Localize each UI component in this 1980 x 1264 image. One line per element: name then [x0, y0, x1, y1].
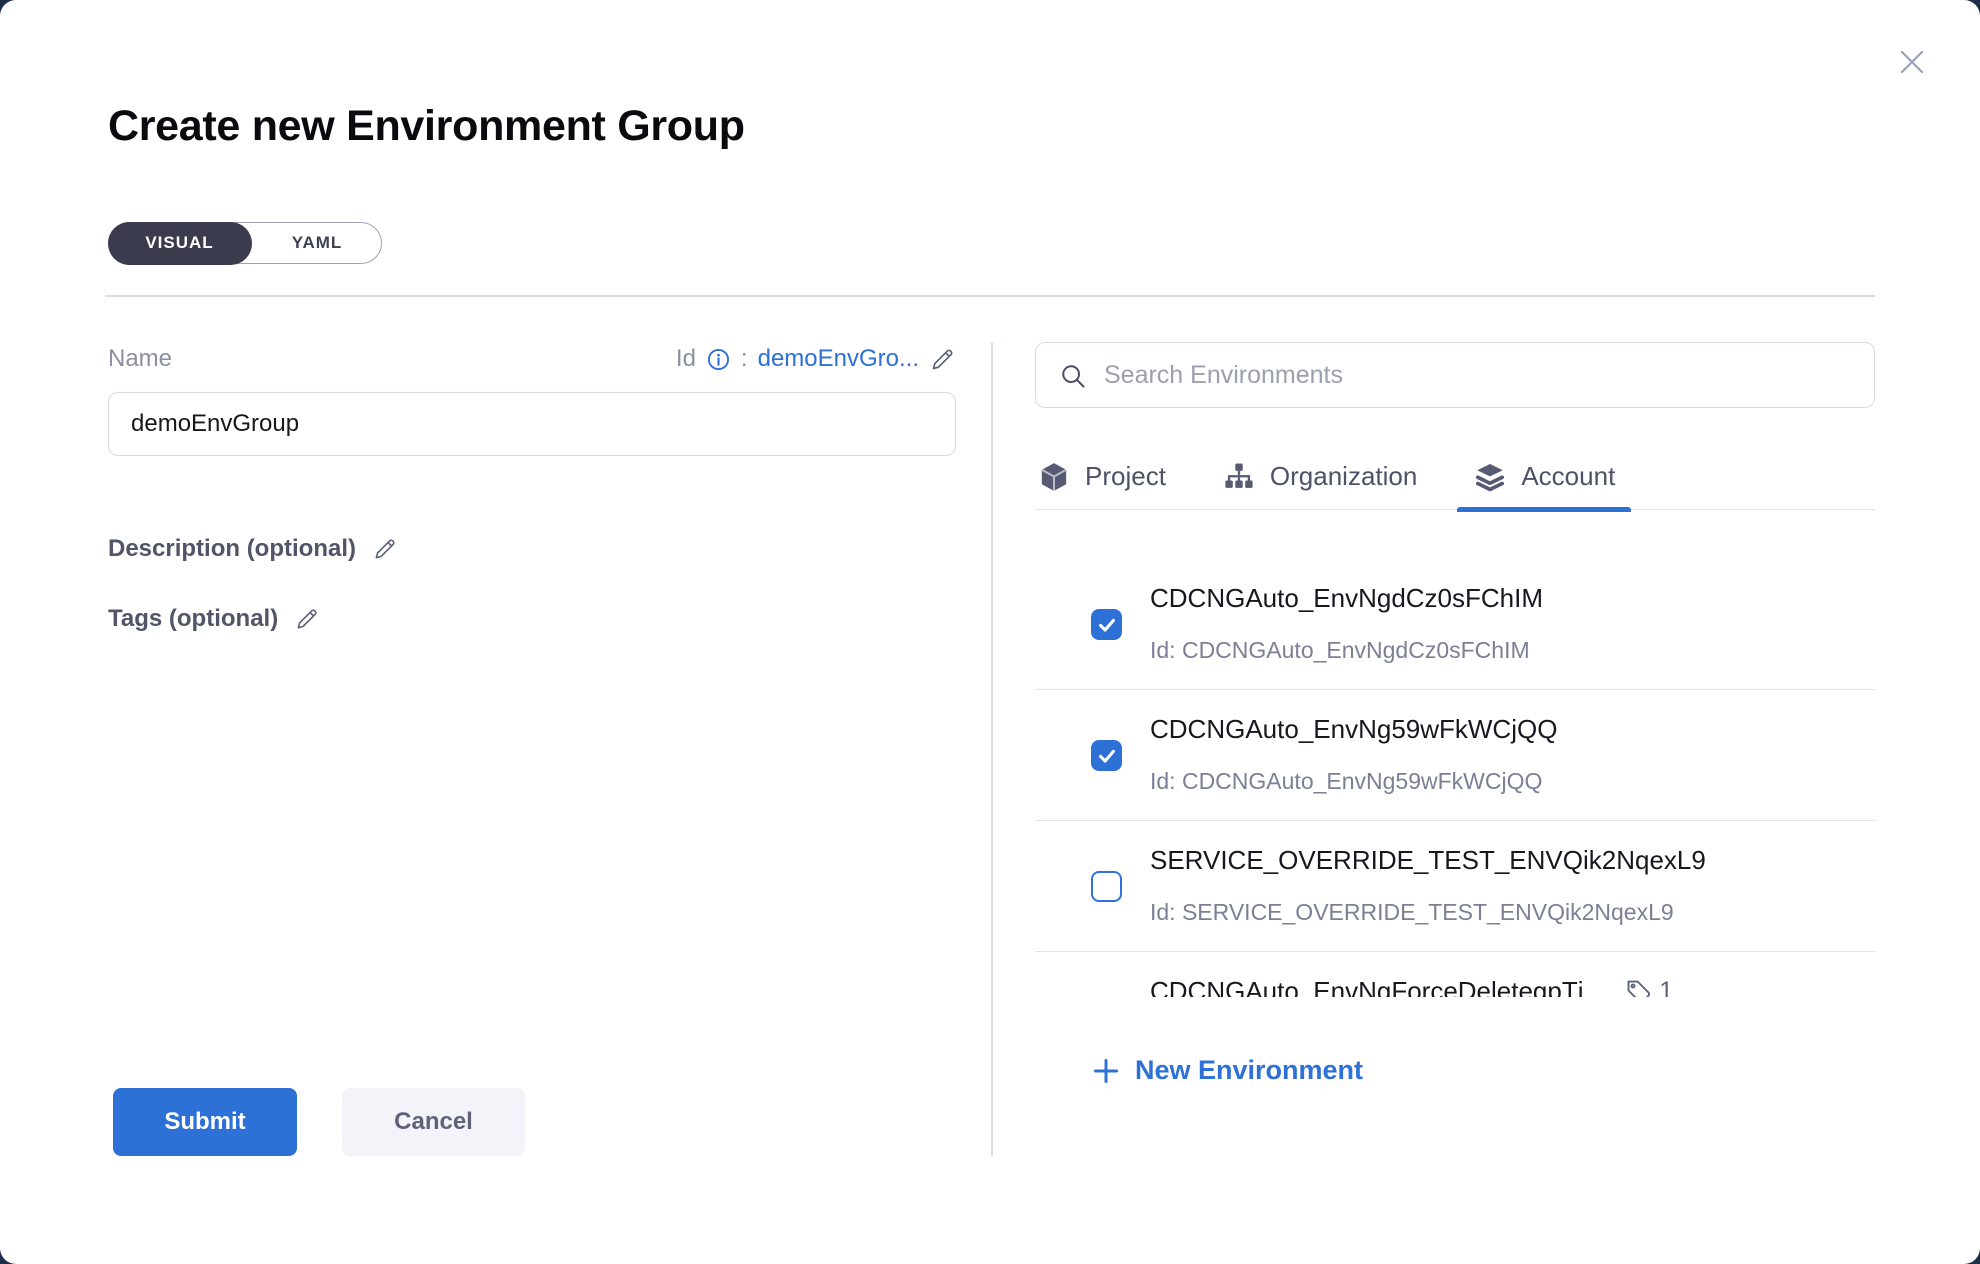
search-box	[1035, 342, 1875, 408]
edit-description-pencil-icon[interactable]	[372, 536, 398, 562]
layers-icon	[1473, 460, 1507, 494]
tab-organization-label: Organization	[1270, 461, 1417, 492]
tab-organization[interactable]: Organization	[1220, 444, 1419, 509]
env-list-item[interactable]: CDCNGAuto_EnvNgForceDeletegpTj... 1 Id: …	[1035, 952, 1875, 997]
name-input[interactable]	[108, 392, 956, 456]
env-id: Id: SERVICE_OVERRIDE_TEST_ENVQik2NqexL9	[1150, 899, 1875, 925]
create-environment-group-modal: Create new Environment Group VISUAL YAML…	[0, 0, 1980, 1264]
env-id: Id: CDCNGAuto_EnvNg59wFkWCjQQ	[1150, 768, 1875, 794]
close-icon[interactable]	[1892, 42, 1932, 82]
page-title: Create new Environment Group	[108, 102, 745, 151]
visual-yaml-toggle: VISUAL YAML	[108, 222, 382, 264]
tab-yaml[interactable]: YAML	[253, 223, 381, 263]
environment-picker: Project Organization Account CDCNGAuto_E…	[1035, 342, 1875, 1086]
plus-icon	[1091, 1056, 1121, 1086]
tags-label: Tags (optional)	[108, 605, 278, 633]
submit-button[interactable]: Submit	[113, 1088, 297, 1156]
env-name: CDCNGAuto_EnvNgForceDeletegpTj...	[1150, 976, 1605, 997]
tab-visual[interactable]: VISUAL	[108, 222, 252, 265]
edit-tags-pencil-icon[interactable]	[294, 606, 320, 632]
env-checkbox[interactable]	[1091, 609, 1122, 640]
tab-project-label: Project	[1085, 461, 1166, 492]
info-icon[interactable]	[706, 347, 731, 372]
env-list-item[interactable]: SERVICE_OVERRIDE_TEST_ENVQik2NqexL9 Id: …	[1035, 821, 1875, 952]
env-name: CDCNGAuto_EnvNg59wFkWCjQQ	[1150, 714, 1557, 744]
panel-divider	[991, 342, 993, 1156]
tab-account[interactable]: Account	[1471, 444, 1617, 509]
env-name: SERVICE_OVERRIDE_TEST_ENVQik2NqexL9	[1150, 845, 1706, 875]
tag-icon	[1623, 976, 1653, 997]
new-environment-button[interactable]: New Environment	[1091, 1055, 1875, 1086]
env-id: Id: CDCNGAuto_EnvNgdCz0sFChIM	[1150, 637, 1875, 663]
id-label: Id	[676, 345, 696, 373]
env-group-form: Name Id : demoEnvGro... Description (opt…	[108, 344, 956, 634]
tab-account-label: Account	[1521, 461, 1615, 492]
env-list-item[interactable]: CDCNGAuto_EnvNgdCz0sFChIM Id: CDCNGAuto_…	[1035, 559, 1875, 690]
tag-count: 1	[1659, 977, 1673, 998]
cube-icon	[1037, 460, 1071, 494]
cancel-button[interactable]: Cancel	[342, 1088, 525, 1156]
env-name: CDCNGAuto_EnvNgdCz0sFChIM	[1150, 583, 1543, 613]
org-chart-icon	[1222, 460, 1256, 494]
id-row: Id : demoEnvGro...	[676, 345, 956, 373]
env-list-item[interactable]: CDCNGAuto_EnvNg59wFkWCjQQ Id: CDCNGAuto_…	[1035, 690, 1875, 821]
scope-tabs: Project Organization Account	[1035, 444, 1875, 510]
env-checkbox[interactable]	[1091, 871, 1122, 902]
id-value[interactable]: demoEnvGro...	[758, 345, 919, 373]
search-icon	[1058, 361, 1088, 391]
header-divider	[105, 295, 1875, 297]
tag-badge: 1	[1623, 976, 1673, 997]
tab-project[interactable]: Project	[1035, 444, 1168, 509]
id-separator: :	[741, 345, 748, 373]
new-environment-label: New Environment	[1135, 1055, 1363, 1086]
env-checkbox[interactable]	[1091, 740, 1122, 771]
description-label: Description (optional)	[108, 535, 356, 563]
edit-id-pencil-icon[interactable]	[929, 346, 956, 373]
environment-list: CDCNGAuto_EnvNgdCz0sFChIM Id: CDCNGAuto_…	[1035, 510, 1875, 997]
name-label: Name	[108, 345, 172, 373]
form-actions: Submit Cancel	[113, 1088, 525, 1156]
search-input[interactable]	[1104, 343, 1858, 407]
